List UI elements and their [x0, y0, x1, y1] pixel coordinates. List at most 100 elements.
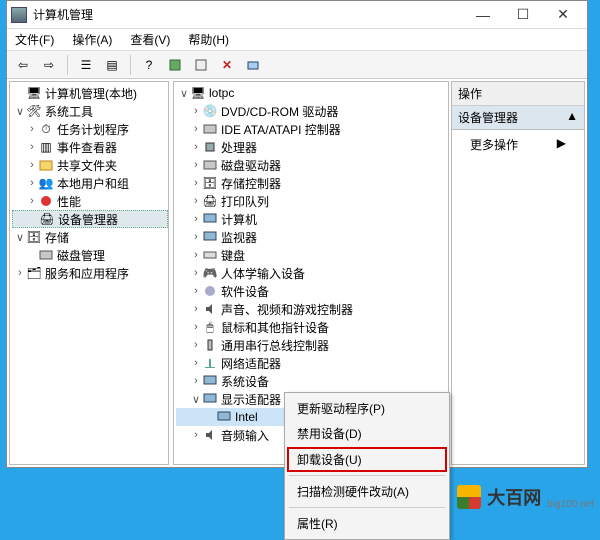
storage-icon: 🗄: [26, 229, 42, 245]
ctx-separator: [289, 507, 445, 508]
tree-local-users[interactable]: › 👥 本地用户和组: [12, 174, 168, 192]
expand-icon[interactable]: ›: [190, 123, 202, 135]
ctx-uninstall-device[interactable]: 卸载设备(U): [287, 447, 447, 472]
help-button[interactable]: ?: [137, 54, 161, 76]
titlebar: 计算机管理 — ☐ ✕: [7, 1, 587, 29]
expand-icon[interactable]: ›: [190, 339, 202, 351]
dev-ide[interactable]: ›IDE ATA/ATAPI 控制器: [176, 120, 448, 138]
expand-icon[interactable]: ›: [26, 123, 38, 135]
dev-cpu[interactable]: ›处理器: [176, 138, 448, 156]
tree-label: 监视器: [221, 229, 257, 246]
collapse-icon[interactable]: ▲: [566, 109, 578, 126]
tree-label: 共享文件夹: [57, 157, 117, 174]
actions-more-label: 更多操作: [470, 138, 518, 152]
dev-root[interactable]: ∨ 🖥 lotpc: [176, 84, 448, 102]
forward-button[interactable]: ⇨: [37, 54, 61, 76]
close-button[interactable]: ✕: [543, 3, 583, 27]
tree-device-manager[interactable]: 🖨 设备管理器: [12, 210, 168, 228]
cpu-icon: [202, 139, 218, 155]
expand-icon[interactable]: ›: [190, 213, 202, 225]
tree-system-tools[interactable]: ∨ 🛠 系统工具: [12, 102, 168, 120]
menu-view[interactable]: 查看(V): [128, 29, 172, 50]
dev-usb[interactable]: ›通用串行总线控制器: [176, 336, 448, 354]
tree-task-scheduler[interactable]: › ⏱ 任务计划程序: [12, 120, 168, 138]
expand-icon[interactable]: ›: [190, 105, 202, 117]
expand-icon[interactable]: ›: [190, 141, 202, 153]
tree-event-viewer[interactable]: › ▥ 事件查看器: [12, 138, 168, 156]
expand-icon[interactable]: ›: [190, 285, 202, 297]
refresh-button[interactable]: [163, 54, 187, 76]
expand-icon[interactable]: ›: [190, 177, 202, 189]
tree-services-apps[interactable]: › 🗂 服务和应用程序: [12, 264, 168, 282]
tree-label: 网络适配器: [221, 355, 281, 372]
expand-icon[interactable]: ›: [190, 267, 202, 279]
expand-icon[interactable]: ›: [190, 429, 202, 441]
expand-icon[interactable]: ›: [190, 231, 202, 243]
tree-root[interactable]: 🖥 计算机管理(本地): [12, 84, 168, 102]
dev-computer[interactable]: ›计算机: [176, 210, 448, 228]
expand-icon[interactable]: ›: [26, 177, 38, 189]
tree-storage[interactable]: ∨ 🗄 存储: [12, 228, 168, 246]
tree-label: 设备管理器: [58, 211, 118, 228]
expand-icon[interactable]: ›: [26, 141, 38, 153]
tree-label: 磁盘驱动器: [221, 157, 281, 174]
actions-header: 操作: [452, 82, 584, 106]
dev-mouse[interactable]: ›🖱鼠标和其他指针设备: [176, 318, 448, 336]
properties-button[interactable]: [189, 54, 213, 76]
expand-icon[interactable]: ›: [190, 159, 202, 171]
actions-more[interactable]: 更多操作 ▶: [452, 130, 584, 159]
show-hide-tree-button[interactable]: ▤: [100, 54, 124, 76]
toolbar-sep: [67, 55, 68, 75]
tree-performance[interactable]: › 性能: [12, 192, 168, 210]
ide-icon: [202, 121, 218, 137]
expand-icon[interactable]: ›: [14, 267, 26, 279]
dev-disk-drives[interactable]: › 磁盘驱动器: [176, 156, 448, 174]
ctx-separator: [289, 475, 445, 476]
collapse-icon[interactable]: ∨: [14, 105, 26, 118]
dev-net[interactable]: › 网络适配器: [176, 354, 448, 372]
dev-sys-dev[interactable]: › 系统设备: [176, 372, 448, 390]
dev-monitor[interactable]: › 监视器: [176, 228, 448, 246]
collapse-icon[interactable]: ∨: [190, 393, 202, 406]
minimize-button[interactable]: —: [463, 3, 503, 27]
menu-action[interactable]: 操作(A): [70, 29, 114, 50]
expand-icon[interactable]: ›: [190, 249, 202, 261]
delete-button[interactable]: ✕: [215, 54, 239, 76]
dev-sound[interactable]: ›声音、视频和游戏控制器: [176, 300, 448, 318]
ctx-scan-hardware[interactable]: 扫描检测硬件改动(A): [287, 479, 447, 504]
app-icon: [11, 7, 27, 23]
expand-icon[interactable]: ›: [190, 303, 202, 315]
console-tree[interactable]: 🖥 计算机管理(本地) ∨ 🛠 系统工具 › ⏱ 任务计划程序 › ▥ 事件查看…: [10, 82, 168, 284]
dev-print-q[interactable]: ›🖨打印队列: [176, 192, 448, 210]
menu-file[interactable]: 文件(F): [13, 29, 56, 50]
ctx-properties[interactable]: 属性(R): [287, 511, 447, 536]
watermark-logo-icon: [457, 485, 481, 509]
collapse-icon[interactable]: ∨: [178, 87, 190, 100]
maximize-button[interactable]: ☐: [503, 3, 543, 27]
expand-icon[interactable]: ›: [190, 357, 202, 369]
ctx-update-driver[interactable]: 更新驱动程序(P): [287, 396, 447, 421]
expand-icon[interactable]: ›: [26, 159, 38, 171]
ctx-disable-device[interactable]: 禁用设备(D): [287, 421, 447, 446]
dev-storage-ctrl[interactable]: ›🗄存储控制器: [176, 174, 448, 192]
tree-label: 系统设备: [221, 373, 269, 390]
menu-help[interactable]: 帮助(H): [186, 29, 231, 50]
folder-icon: [38, 157, 54, 173]
expand-icon[interactable]: ›: [190, 195, 202, 207]
dev-hid[interactable]: ›🎮人体学输入设备: [176, 264, 448, 282]
scan-hardware-button[interactable]: [241, 54, 265, 76]
collapse-icon[interactable]: ∨: [14, 231, 26, 244]
dev-software[interactable]: ›软件设备: [176, 282, 448, 300]
expand-icon[interactable]: ›: [190, 321, 202, 333]
tools-icon: 🛠: [26, 103, 42, 119]
toolbar: ⇦ ⇨ ☰ ▤ ? ✕: [7, 51, 587, 79]
tree-shared-folders[interactable]: › 共享文件夹: [12, 156, 168, 174]
tree-disk-mgmt[interactable]: 磁盘管理: [12, 246, 168, 264]
dev-keyboard[interactable]: ›键盘: [176, 246, 448, 264]
actions-subheader[interactable]: 设备管理器 ▲: [452, 106, 584, 130]
up-button[interactable]: ☰: [74, 54, 98, 76]
expand-icon[interactable]: ›: [190, 375, 202, 387]
expand-icon[interactable]: ›: [26, 195, 38, 207]
dev-dvd[interactable]: ›💿DVD/CD-ROM 驱动器: [176, 102, 448, 120]
back-button[interactable]: ⇦: [11, 54, 35, 76]
